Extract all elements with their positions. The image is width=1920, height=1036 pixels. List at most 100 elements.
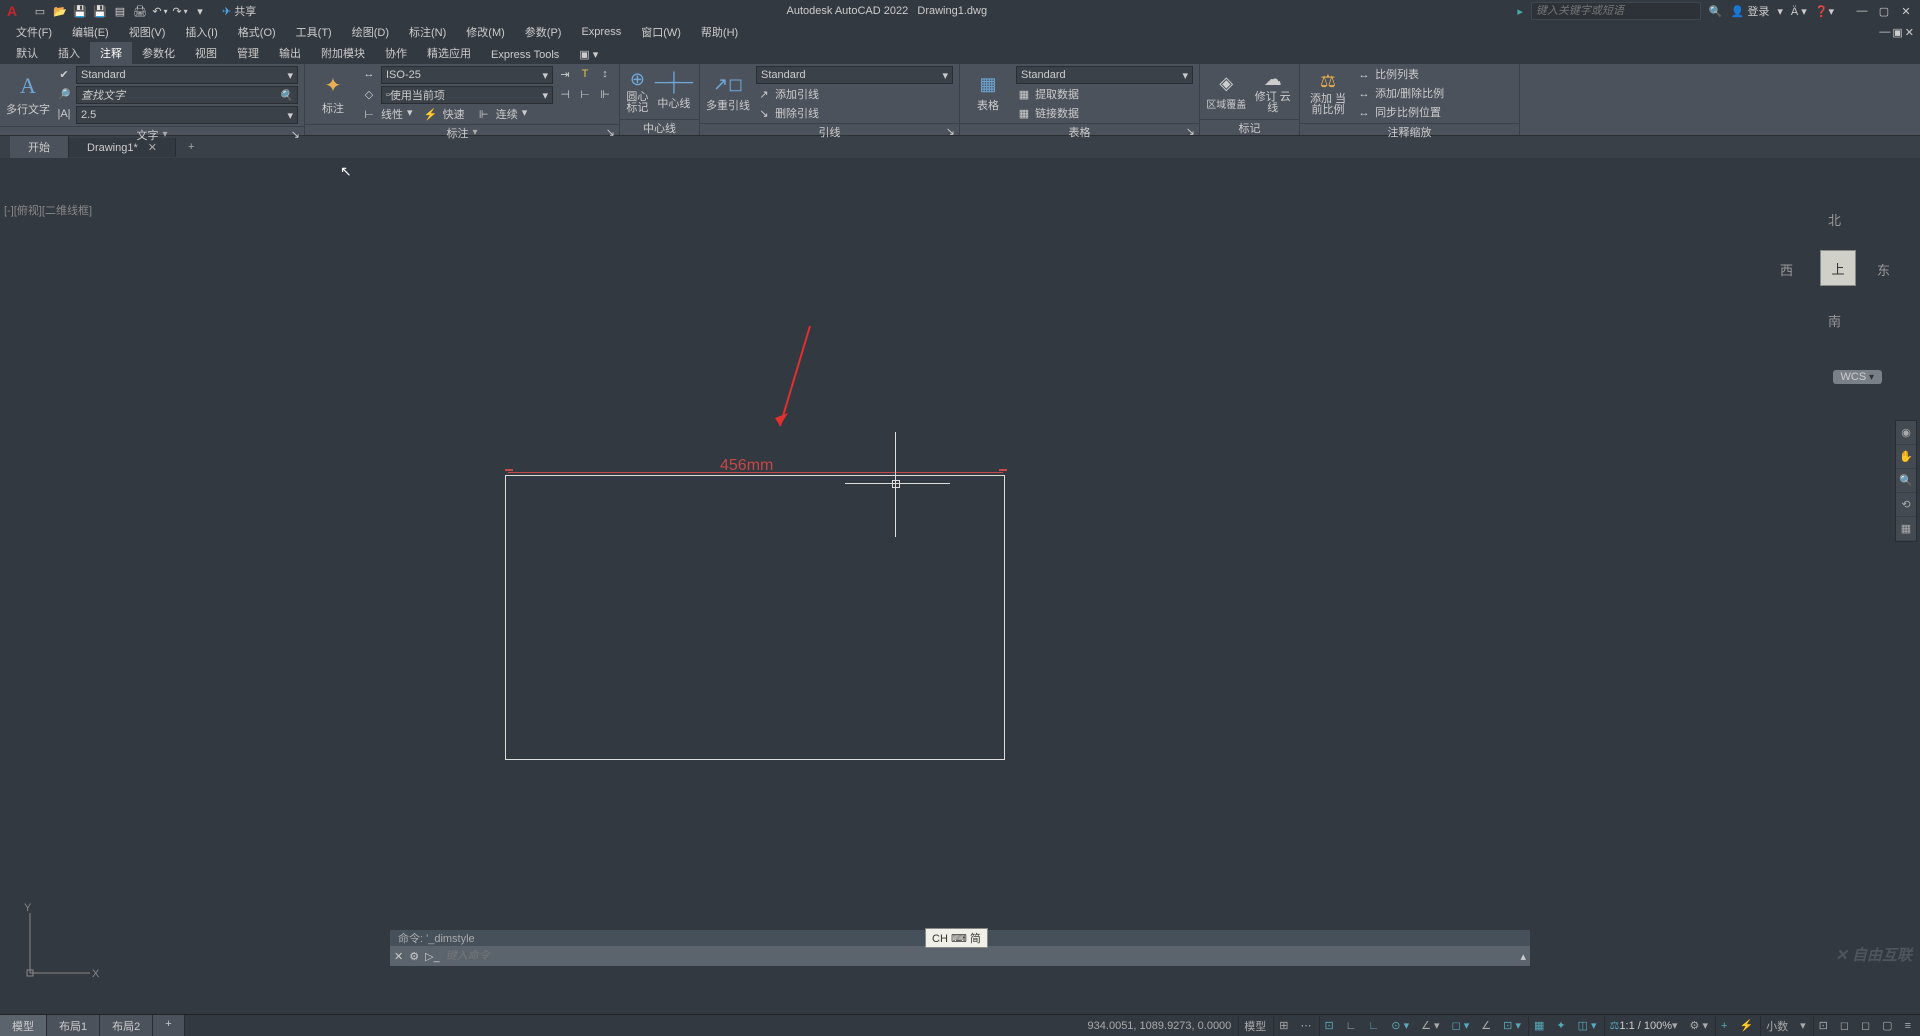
quick-button[interactable]: 快速 (443, 106, 465, 122)
dimension-button[interactable]: ✦标注 (311, 73, 355, 116)
link-button[interactable]: 链接数据 (1035, 108, 1079, 120)
open-icon[interactable]: 📂 (52, 3, 68, 19)
mleader-button[interactable]: ↗◻多重引线 (706, 74, 750, 113)
menu-view[interactable]: 视图(V) (119, 22, 176, 42)
continue-button[interactable]: 连续 (496, 106, 518, 122)
nav-zoom-icon[interactable]: 🔍 (1896, 469, 1916, 493)
table-style-dropdown[interactable]: Standard▾ (1016, 66, 1193, 84)
redo-icon[interactable]: ↷▾ (172, 3, 188, 19)
status-gear-icon[interactable]: ⚙ ▾ (1685, 1016, 1713, 1036)
dim-i3-icon[interactable]: ↕ (597, 66, 613, 82)
status-ws-icon[interactable]: ▾ (1795, 1016, 1811, 1036)
quick-icon[interactable]: ⚡ (423, 106, 439, 122)
menu-edit[interactable]: 编辑(E) (62, 22, 119, 42)
status-model-button[interactable]: 模型 (1238, 1016, 1271, 1036)
add-leader-icon[interactable]: ↗ (756, 87, 772, 103)
cmd-up-icon[interactable]: ▴ (1520, 950, 1526, 963)
add-leader-button[interactable]: 添加引线 (775, 89, 819, 101)
sync-icon[interactable]: ↔ (1356, 105, 1372, 121)
ime-indicator[interactable]: CH ⌨ 简 (925, 928, 988, 948)
menu-insert[interactable]: 插入(I) (175, 22, 227, 42)
ribbon-tab-express-tools[interactable]: Express Tools (481, 46, 569, 64)
ribbon-tab-output[interactable]: 输出 (269, 42, 311, 64)
status-gizmo-icon[interactable]: ✦ (1551, 1016, 1570, 1036)
status-iso-icon[interactable]: ∠ ▾ (1416, 1016, 1444, 1036)
status-sel-icon[interactable]: ▦ (1528, 1016, 1549, 1036)
rectangle-object[interactable] (505, 475, 1005, 760)
centermark-button[interactable]: ⊕圆心 标记 (626, 69, 649, 114)
plot-icon[interactable]: 🖨 (132, 3, 148, 19)
ribbon-tab-addins[interactable]: 附加模块 (311, 42, 375, 64)
status-snap-icon[interactable]: ⊡ (1319, 1016, 1339, 1036)
revcloud-button[interactable]: ☁修订 云线 (1253, 69, 1294, 114)
search-icon[interactable]: 🔍 (1709, 5, 1723, 18)
ribbon-tab-default[interactable]: 默认 (6, 42, 48, 64)
wipeout-button[interactable]: ◈区域覆盖 (1206, 73, 1247, 111)
tab-close-icon[interactable]: ✕ (148, 142, 157, 154)
ribbon-tab-manage[interactable]: 管理 (227, 42, 269, 64)
search-arrow-icon[interactable]: ▸ (1517, 5, 1523, 18)
addscale-button[interactable]: ⚖添加 当前比例 (1306, 71, 1350, 116)
nav-orbit-icon[interactable]: ⟲ (1896, 493, 1916, 517)
status-trans-icon[interactable]: ⊡ ▾ (1498, 1016, 1526, 1036)
remove-leader-button[interactable]: 删除引线 (775, 108, 819, 120)
layer-icon[interactable]: ◇ (361, 86, 377, 102)
find-text-input[interactable]: 查找文字🔍 (76, 86, 298, 104)
status-more-icon[interactable]: ⋯ (1296, 1016, 1317, 1036)
dim-layer-dropdown[interactable]: ▫ 使用当前项▾ (381, 86, 553, 104)
adddel-button[interactable]: 添加/删除比例 (1375, 88, 1444, 100)
panel-label-text[interactable]: 文字 ▾↘ (0, 126, 304, 142)
centerline-button[interactable]: ─┼─中心线 (655, 72, 693, 111)
menu-parametric[interactable]: 参数(P) (515, 22, 572, 42)
panel-label-table[interactable]: 表格↘ (960, 123, 1199, 139)
status-custom-icon[interactable]: ≡ (1900, 1016, 1916, 1036)
maximize-button[interactable]: ▢ (1874, 3, 1894, 19)
status-grid-icon[interactable]: ⊞ (1273, 1016, 1293, 1036)
login-button[interactable]: 👤 登录 (1731, 3, 1770, 19)
nav-wheel-icon[interactable]: ◉ (1896, 421, 1916, 445)
status-lw-icon[interactable]: ∠ (1476, 1016, 1496, 1036)
ribbon-tab-parametric[interactable]: 参数化 (132, 42, 185, 64)
drawing-viewport[interactable]: [-][俯视][二维线框] ↖ 456mm 北 西 东 南 上 WCS ▾ ◉ … (0, 200, 1920, 991)
panel-label-leader[interactable]: 引线↘ (700, 123, 959, 139)
status-full-icon[interactable]: ◻ (1856, 1016, 1875, 1036)
nav-pan-icon[interactable]: ✋ (1896, 445, 1916, 469)
adddel-icon[interactable]: ↔ (1356, 86, 1372, 102)
menu-window[interactable]: 窗口(W) (631, 22, 691, 42)
dim-i6-icon[interactable]: ⊩ (597, 86, 613, 102)
status-dyn-icon[interactable]: ◫ ▾ (1573, 1016, 1602, 1036)
modeltab-add[interactable]: + (153, 1015, 184, 1036)
status-coords[interactable]: 934.0051, 1089.9273, 0.0000 (1083, 1016, 1237, 1036)
app-logo-icon[interactable]: A (4, 3, 20, 19)
text-style-dropdown[interactable]: Standard▾ (76, 66, 298, 84)
menu-express[interactable]: Express (571, 24, 631, 40)
ribbon-tab-insert[interactable]: 插入 (48, 42, 90, 64)
table-button[interactable]: ▦表格 (966, 74, 1010, 113)
ribbon-tab-view[interactable]: 视图 (185, 42, 227, 64)
status-ann-icon[interactable]: + (1715, 1016, 1732, 1036)
minimize-button[interactable]: — (1852, 3, 1872, 19)
link-icon[interactable]: ▦ (1016, 105, 1032, 121)
save-icon[interactable]: 💾 (72, 3, 88, 19)
dim-i1-icon[interactable]: ⇥ (557, 66, 573, 82)
linear-button[interactable]: 线性 (381, 106, 403, 122)
doc-minimize-button[interactable]: — (1879, 26, 1890, 39)
menu-draw[interactable]: 绘图(D) (342, 22, 399, 42)
scalelist-button[interactable]: 比例列表 (1375, 69, 1419, 81)
menu-format[interactable]: 格式(O) (228, 22, 286, 42)
leader-style-dropdown[interactable]: Standard▾ (756, 66, 953, 84)
scalelist-icon[interactable]: ↔ (1356, 67, 1372, 83)
dimension-text[interactable]: 456mm (720, 457, 773, 475)
find-icon[interactable]: 🔎 (56, 86, 72, 102)
menu-modify[interactable]: 修改(M) (456, 22, 515, 42)
remove-leader-icon[interactable]: ↘ (756, 105, 772, 121)
nav-showmotion-icon[interactable]: ▦ (1896, 517, 1916, 541)
text-height-dropdown[interactable]: 2.5▾ (76, 106, 298, 124)
undo-icon[interactable]: ↶▾ (152, 3, 168, 19)
status-polar-icon[interactable]: ⊙ ▾ (1386, 1016, 1414, 1036)
ribbon-tab-annotate[interactable]: 注释 (90, 42, 132, 64)
menu-dimension[interactable]: 标注(N) (399, 22, 456, 42)
check-icon[interactable]: ✔ (56, 66, 72, 82)
menu-help[interactable]: 帮助(H) (691, 22, 748, 42)
dim-style-dropdown[interactable]: ISO-25▾ (381, 66, 553, 84)
